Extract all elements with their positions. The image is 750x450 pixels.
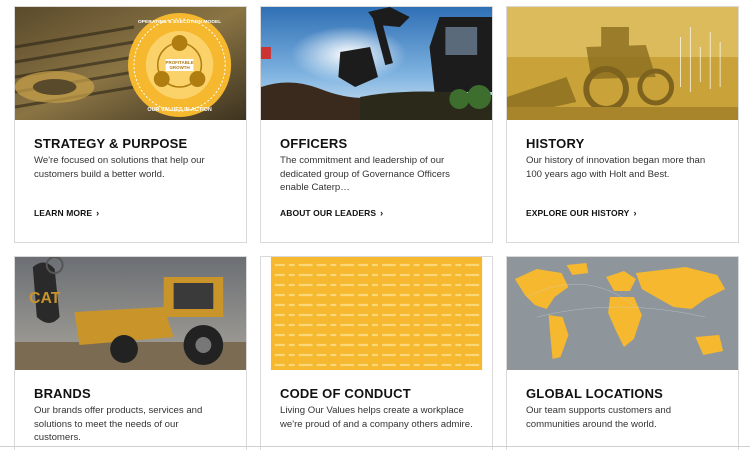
card-global-locations[interactable]: GLOBAL LOCATIONS Our team supports custo… <box>506 256 739 450</box>
chevron-right-icon: › <box>633 208 637 218</box>
card-title: BRANDS <box>34 386 91 401</box>
chevron-right-icon: › <box>380 208 384 218</box>
card-title: GLOBAL LOCATIONS <box>526 386 664 401</box>
learn-more-link[interactable]: LEARN MORE › <box>34 208 99 218</box>
cat-logo-text: CAT <box>29 290 61 307</box>
badge-bottom-text: OUR VALUES IN ACTION <box>147 107 211 113</box>
card-description: Our brands offer products, services and … <box>34 405 203 443</box>
card-description: Our team supports customers and communit… <box>526 405 672 430</box>
card-code-of-conduct[interactable]: CODE OF CONDUCT Living Our Values helps … <box>260 256 493 450</box>
card-title: HISTORY <box>526 136 585 151</box>
badge-center-bottom: GROWTH <box>169 65 189 70</box>
card-brands[interactable]: CAT BRANDS Our brands offer products, se… <box>14 256 247 450</box>
page-bottom-divider <box>0 446 750 447</box>
strategy-image: PROFITABLE GROWTH OPERATING & EXECUTION … <box>15 7 246 120</box>
card-strategy-purpose[interactable]: PROFITABLE GROWTH OPERATING & EXECUTION … <box>14 6 247 243</box>
world-map-image <box>507 257 738 370</box>
card-history[interactable]: HISTORY Our history of innovation began … <box>506 6 739 243</box>
about-our-leaders-link[interactable]: ABOUT OUR LEADERS › <box>280 208 383 218</box>
badge-top-text: OPERATING & EXECUTION MODEL <box>138 19 221 25</box>
card-title: OFFICERS <box>280 136 348 151</box>
card-description: Living Our Values helps create a workpla… <box>280 405 473 430</box>
card-title: STRATEGY & PURPOSE <box>34 136 188 151</box>
explore-our-history-link[interactable]: EXPLORE OUR HISTORY › <box>526 208 637 218</box>
card-title: CODE OF CONDUCT <box>280 386 411 401</box>
history-image <box>507 7 738 120</box>
card-officers[interactable]: OFFICERS The commitment and leadership o… <box>260 6 493 243</box>
chevron-right-icon: › <box>96 208 100 218</box>
card-description: Our history of innovation began more tha… <box>526 155 706 180</box>
brands-image: CAT <box>15 257 246 370</box>
card-description: The commitment and leadership of our ded… <box>280 155 450 193</box>
officers-image <box>261 7 492 120</box>
code-of-conduct-image <box>261 257 492 370</box>
card-description: We're focused on solutions that help our… <box>34 155 205 180</box>
